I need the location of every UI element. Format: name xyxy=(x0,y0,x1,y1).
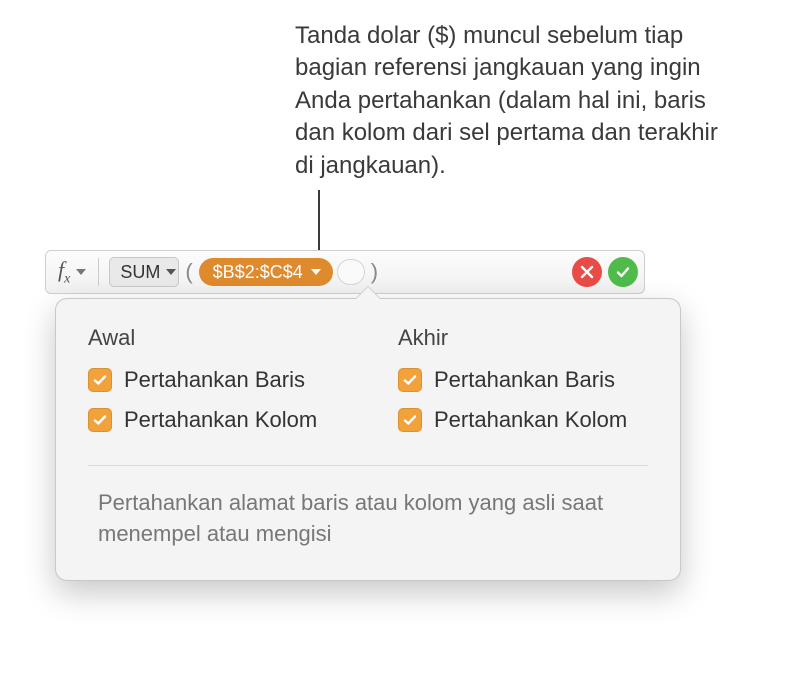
divider xyxy=(98,258,99,286)
chevron-down-icon xyxy=(76,267,86,277)
checkbox-checked-icon xyxy=(398,408,422,432)
checkbox-checked-icon xyxy=(88,368,112,392)
chevron-down-icon xyxy=(166,269,176,275)
end-heading: Akhir xyxy=(398,325,648,351)
start-preserve-row[interactable]: Pertahankan Baris xyxy=(88,367,338,393)
checkbox-checked-icon xyxy=(398,368,422,392)
annotation-text: Tanda dolar ($) muncul sebelum tiap bagi… xyxy=(295,20,735,182)
start-column: Awal Pertahankan Baris Pertahankan Kolom xyxy=(88,325,338,447)
function-name-label: SUM xyxy=(120,262,160,283)
fx-dropdown-button[interactable]: fx xyxy=(52,255,92,289)
chevron-down-icon xyxy=(311,269,321,275)
fx-label: fx xyxy=(58,257,70,287)
range-reference-pill[interactable]: $B$2:$C$4 xyxy=(199,258,333,286)
checkbox-label: Pertahankan Kolom xyxy=(434,407,627,433)
end-column: Akhir Pertahankan Baris Pertahankan Kolo… xyxy=(398,325,648,447)
end-preserve-row[interactable]: Pertahankan Baris xyxy=(398,367,648,393)
start-heading: Awal xyxy=(88,325,338,351)
formula-bar: fx SUM ( $B$2:$C$4 ) xyxy=(45,250,645,294)
divider xyxy=(88,465,648,466)
range-reference-label: $B$2:$C$4 xyxy=(213,262,303,283)
check-icon xyxy=(615,264,631,280)
reference-options-popover: Awal Pertahankan Baris Pertahankan Kolom… xyxy=(55,298,681,581)
end-preserve-col[interactable]: Pertahankan Kolom xyxy=(398,407,648,433)
formula-input[interactable]: SUM ( $B$2:$C$4 ) xyxy=(105,257,566,287)
open-paren: ( xyxy=(183,259,194,285)
help-text: Pertahankan alamat baris atau kolom yang… xyxy=(88,488,648,550)
checkbox-checked-icon xyxy=(88,408,112,432)
checkbox-label: Pertahankan Baris xyxy=(124,367,305,393)
checkbox-label: Pertahankan Kolom xyxy=(124,407,317,433)
empty-argument-slot[interactable] xyxy=(337,259,365,285)
cancel-button[interactable] xyxy=(572,257,602,287)
function-token[interactable]: SUM xyxy=(109,257,179,287)
close-paren: ) xyxy=(369,259,380,285)
x-icon xyxy=(579,264,595,280)
checkbox-label: Pertahankan Baris xyxy=(434,367,615,393)
start-preserve-col[interactable]: Pertahankan Kolom xyxy=(88,407,338,433)
accept-button[interactable] xyxy=(608,257,638,287)
